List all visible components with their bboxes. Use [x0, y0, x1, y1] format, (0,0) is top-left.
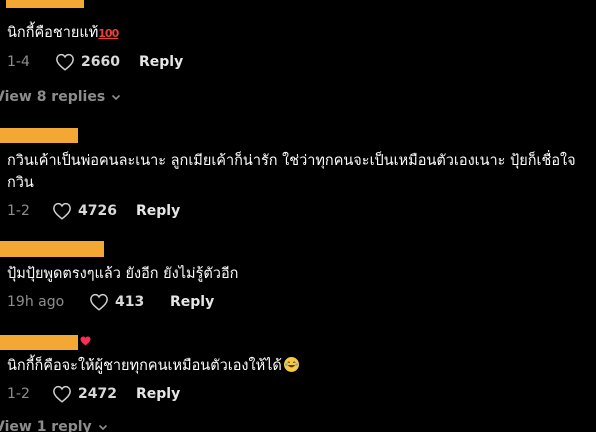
heart-outline-icon[interactable] [52, 385, 72, 403]
view-replies-label[interactable]: View 1 reply [0, 419, 92, 432]
view-replies-button[interactable]: View 8 replies [0, 89, 121, 105]
heart-emoji-icon [80, 336, 91, 348]
heart-outline-icon[interactable] [55, 53, 75, 71]
username-redaction [0, 128, 78, 143]
comment-meta: 1-4 2660 Reply [7, 52, 183, 72]
reply-button[interactable]: Reply [139, 54, 183, 70]
chevron-down-icon [111, 92, 121, 102]
view-replies-button[interactable]: View 1 reply [0, 419, 108, 432]
comment-text: นิกกี้ก็คือจะให้ผู้ชายทุกคนเหมือนตัวเองใ… [7, 355, 588, 377]
comments-panel: นิกกี้คือชายแท้100 1-4 2660 Reply View 8… [0, 0, 596, 432]
username-redaction [6, 0, 84, 8]
reply-button[interactable]: Reply [170, 294, 214, 310]
view-replies-label[interactable]: View 8 replies [0, 89, 105, 105]
username-redaction [0, 241, 104, 257]
comment-date: 19h ago [7, 294, 65, 310]
comment-date: 1-2 [7, 386, 30, 402]
hundred-points-emoji: 100 [98, 27, 119, 40]
like-count: 4726 [78, 203, 117, 219]
comment-meta: 19h ago 413 Reply [7, 292, 214, 312]
like-button[interactable]: 413 [89, 293, 170, 311]
heart-outline-icon[interactable] [89, 293, 109, 311]
comment-date: 1-2 [7, 203, 30, 219]
comment-date: 1-4 [7, 54, 30, 70]
comment-text-body: นิกกี้คือชายแท้ [7, 25, 99, 41]
like-count: 413 [115, 294, 145, 310]
comment-meta: 1-2 4726 Reply [7, 201, 180, 221]
reply-button[interactable]: Reply [136, 386, 180, 402]
like-button[interactable]: 2472 [52, 385, 136, 403]
reply-button[interactable]: Reply [136, 203, 180, 219]
like-button[interactable]: 4726 [52, 202, 136, 220]
heart-outline-icon[interactable] [52, 202, 72, 220]
comment-text: กวินเค้าเป็นพ่อคนละเนาะ ลูกเมียเค้าก็น่า… [7, 153, 576, 191]
chevron-down-icon [98, 422, 108, 432]
like-count: 2472 [78, 386, 117, 402]
comment-text-body: นิกกี้ก็คือจะให้ผู้ชายทุกคนเหมือนตัวเองใ… [7, 358, 282, 374]
like-button[interactable]: 2660 [55, 53, 139, 71]
like-count: 2660 [81, 54, 120, 70]
comment-text: ปุ้มปุ้ยพูดตรงๆแล้ว ยังอีก ยังไม่รู้ตัวอ… [7, 266, 239, 282]
username-redaction [0, 335, 78, 350]
laughing-face-emoji-icon [283, 357, 299, 372]
comment-meta: 1-2 2472 Reply [7, 384, 180, 404]
comment-text: นิกกี้คือชายแท้100 [7, 22, 588, 45]
